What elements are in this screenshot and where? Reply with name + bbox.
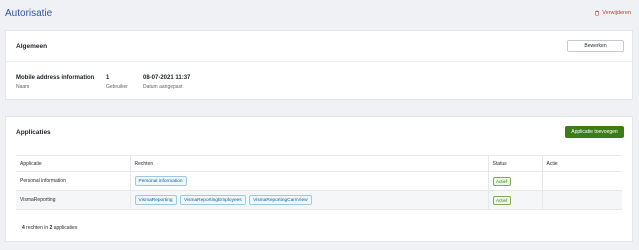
table-row[interactable]: VismaReporting VismaReporting VismaRepor…: [16, 190, 622, 210]
column-header-status[interactable]: Status: [488, 155, 543, 172]
name-field: Mobile address information Naam: [16, 75, 94, 90]
right-chip: VismaReportingCamView: [249, 195, 312, 205]
status-badge: Actief: [492, 176, 511, 186]
add-application-button[interactable]: Applicatie toevoegen: [565, 126, 624, 138]
application-name: VismaReporting: [16, 190, 131, 210]
users-label: Gebruiker: [106, 84, 128, 90]
general-card: Algemeen Bewerken Mobile address informa…: [5, 30, 633, 100]
status-cell: Actief: [488, 171, 543, 191]
action-cell: [542, 171, 622, 191]
column-header-application[interactable]: Applicatie: [16, 155, 131, 172]
users-value: 1: [106, 75, 110, 81]
divider: [6, 61, 632, 62]
applications-table: Applicatie Rechten Status Actie Personal…: [16, 155, 622, 210]
column-header-rights[interactable]: Rechten: [130, 155, 489, 172]
delete-label: Verwijderen: [602, 10, 631, 16]
summary-middle: rechten in: [26, 225, 49, 231]
delete-button[interactable]: Verwijderen: [594, 10, 631, 16]
table-row[interactable]: Personal information Personal informatio…: [16, 171, 622, 191]
right-chip: VismaReportingEmployees: [179, 195, 246, 205]
right-chip: Personal information: [134, 176, 187, 186]
status-badge: Actief: [492, 195, 511, 205]
applications-title: Applicaties: [16, 129, 51, 136]
date-label: Datum aangepast: [143, 84, 183, 90]
users-field: 1 Gebruiker: [106, 75, 128, 90]
trash-icon: [595, 10, 600, 16]
page-title: Autorisatie: [5, 8, 53, 19]
summary-end: applicaties: [53, 225, 78, 231]
summary-rights-count: 4: [22, 225, 25, 231]
date-field: 08-07-2021 11:37 Datum aangepast: [143, 75, 190, 90]
application-name: Personal information: [16, 171, 131, 191]
column-header-action: Actie: [542, 155, 622, 172]
date-value: 08-07-2021 11:37: [143, 75, 191, 81]
edit-button[interactable]: Bewerken: [567, 40, 624, 52]
summary-text: 4 rechten in 2 applicaties: [22, 225, 77, 231]
summary-apps-count: 2: [49, 225, 53, 231]
action-cell: [542, 190, 622, 210]
general-title: Algemeen: [16, 43, 48, 50]
rights-cell: Personal information: [130, 171, 489, 191]
rights-cell: VismaReporting VismaReportingEmployees V…: [130, 190, 489, 210]
table-header-row: Applicatie Rechten Status Actie: [16, 155, 622, 172]
status-cell: Actief: [488, 190, 543, 210]
name-value: Mobile address information: [16, 75, 95, 81]
applications-card: Applicaties Applicatie toevoegen Applica…: [5, 116, 633, 242]
right-chip: VismaReporting: [134, 195, 177, 205]
name-label: Naam: [16, 84, 30, 90]
